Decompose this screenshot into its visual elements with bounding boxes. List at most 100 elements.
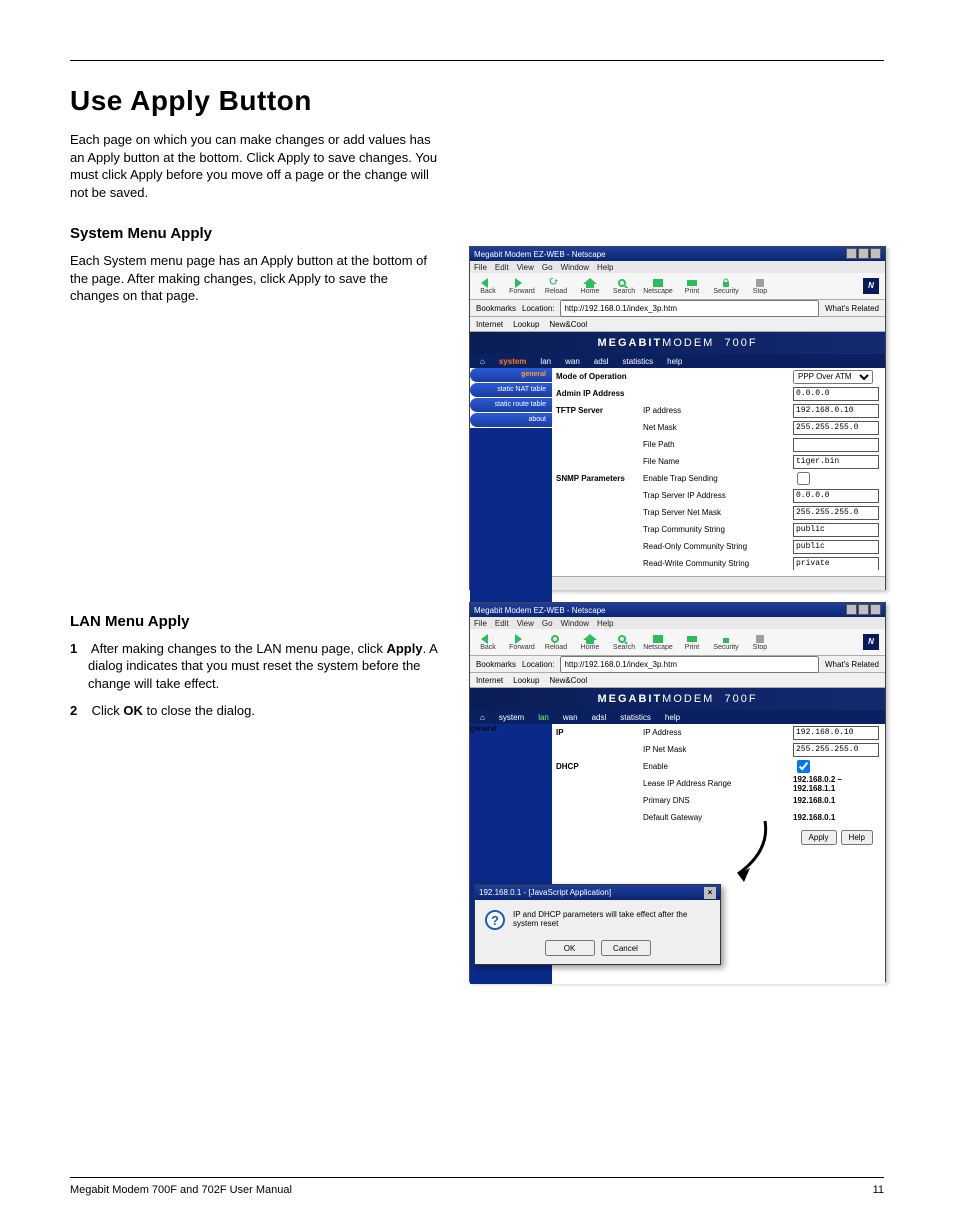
bookmarks-label-2[interactable]: Bookmarks [476,660,516,669]
menu-help[interactable]: Help [597,263,613,272]
trap-enable-checkbox[interactable] [797,472,810,485]
bookmarks-label[interactable]: Bookmarks [476,304,516,313]
location-input[interactable] [560,300,819,317]
admin-ip-input[interactable] [793,387,879,401]
tftp-filepath-input[interactable] [793,438,879,452]
reload-button-2[interactable]: Reload [544,634,568,651]
mode-select[interactable]: PPP Over ATM [793,370,873,384]
security-button[interactable]: Security [714,278,738,295]
link-lookup-2[interactable]: Lookup [513,676,539,685]
location-input-2[interactable] [560,656,819,673]
nav-help[interactable]: help [667,357,682,366]
nav-adsl-2[interactable]: adsl [592,713,607,722]
lan-ip-addr-input[interactable] [793,726,879,740]
lan-help-button[interactable]: Help [841,830,873,845]
forward-button[interactable]: Forward [510,278,534,295]
link-internet[interactable]: Internet [476,320,503,329]
modal-cancel-button[interactable]: Cancel [601,940,651,956]
home-button[interactable]: Home [578,278,602,295]
nav-home-icon-2[interactable]: ⌂ [480,713,485,722]
nav-wan-2[interactable]: wan [563,713,578,722]
trap-ip-input[interactable] [793,489,879,503]
location-bar-2: Bookmarks Location: What's Related [470,656,885,673]
forward-button-2[interactable]: Forward [510,634,534,651]
back-button-2[interactable]: Back [476,634,500,651]
search-button[interactable]: Search [612,278,636,295]
nav-wan[interactable]: wan [565,357,580,366]
whats-related[interactable]: What's Related [825,304,879,313]
home-button-2[interactable]: Home [578,634,602,651]
nav-statistics[interactable]: statistics [622,357,653,366]
nav-home-icon[interactable]: ⌂ [480,357,485,366]
lan-heading-prefix: LAN Menu [70,613,144,630]
nav-help-2[interactable]: help [665,713,680,722]
menu-edit[interactable]: Edit [495,263,509,272]
sidebar-general-2[interactable]: general [470,724,552,733]
nav-system-2[interactable]: system [499,713,524,722]
link-internet-2[interactable]: Internet [476,676,503,685]
nav-adsl[interactable]: adsl [594,357,609,366]
menu-file[interactable]: File [474,263,487,272]
step-2-number: 2 [70,702,88,720]
menu-window-2[interactable]: Window [561,619,589,628]
security-button-2[interactable]: Security [714,634,738,651]
nav-lan[interactable]: lan [540,357,551,366]
nav-lan-2[interactable]: lan [538,713,549,722]
netscape-button-2[interactable]: Netscape [646,634,670,651]
trap-mask-input[interactable] [793,506,879,520]
window-controls[interactable] [845,248,881,261]
sidebar-about[interactable]: about [470,413,552,427]
browser-toolbar-2: Back Forward Reload Home Search Netscape… [470,629,885,656]
modal-ok-button[interactable]: OK [545,940,595,956]
tftp-ip-input[interactable] [793,404,879,418]
trap-comm-input[interactable] [793,523,879,537]
search-button-2[interactable]: Search [612,634,636,651]
lan-enable-checkbox[interactable] [797,760,810,773]
reload-button[interactable]: Reload [544,278,568,295]
tftp-filename-input[interactable] [793,455,879,469]
location-label-2: Location: [522,660,554,669]
nav-statistics-2[interactable]: statistics [620,713,651,722]
step-1-text-a: After making changes to the LAN menu pag… [91,641,387,656]
print-button-2[interactable]: Print [680,634,704,651]
sidebar-general[interactable]: general [470,368,552,382]
menu-window[interactable]: Window [561,263,589,272]
menu-help-2[interactable]: Help [597,619,613,628]
step-2-text-a: Click [92,703,124,718]
step-1-number: 1 [70,640,88,658]
sidebar-nat[interactable]: static NAT table [470,383,552,397]
netscape-button[interactable]: Netscape [646,278,670,295]
ro-comm-input[interactable] [793,540,879,554]
modal-close-button[interactable]: × [704,887,716,899]
link-newcool-2[interactable]: New&Cool [549,676,587,685]
whats-related-2[interactable]: What's Related [825,660,879,669]
stop-button-2[interactable]: Stop [748,634,772,651]
sidebar-route[interactable]: static route table [470,398,552,412]
system-heading-prefix: System Menu [70,225,167,242]
rw-comm-input[interactable] [793,557,879,571]
menu-go[interactable]: Go [542,263,553,272]
brand-model-2: 700F [724,693,757,705]
browser-menubar[interactable]: File Edit View Go Window Help [470,261,885,273]
tftp-netmask-input[interactable] [793,421,879,435]
link-lookup[interactable]: Lookup [513,320,539,329]
menu-file-2[interactable]: File [474,619,487,628]
lan-dns-label: Primary DNS [641,796,793,805]
window-controls-2[interactable] [845,604,881,617]
modem-nav-2: ⌂ system lan wan adsl statistics help [470,710,885,724]
menu-edit-2[interactable]: Edit [495,619,509,628]
lan-ip-mask-input[interactable] [793,743,879,757]
back-button[interactable]: Back [476,278,500,295]
browser-menubar-2[interactable]: File Edit View Go Window Help [470,617,885,629]
link-newcool[interactable]: New&Cool [549,320,587,329]
print-button[interactable]: Print [680,278,704,295]
stop-button[interactable]: Stop [748,278,772,295]
menu-view-2[interactable]: View [517,619,534,628]
footer-title: Megabit Modem 700F and 702F User Manual [70,1184,292,1196]
menu-view[interactable]: View [517,263,534,272]
menu-go-2[interactable]: Go [542,619,553,628]
brand-megabit-2: MEGABIT [597,693,662,705]
lan-apply-heading: LAN Menu Apply [70,613,440,630]
lan-apply-button[interactable]: Apply [801,830,837,845]
nav-system[interactable]: system [499,357,527,366]
